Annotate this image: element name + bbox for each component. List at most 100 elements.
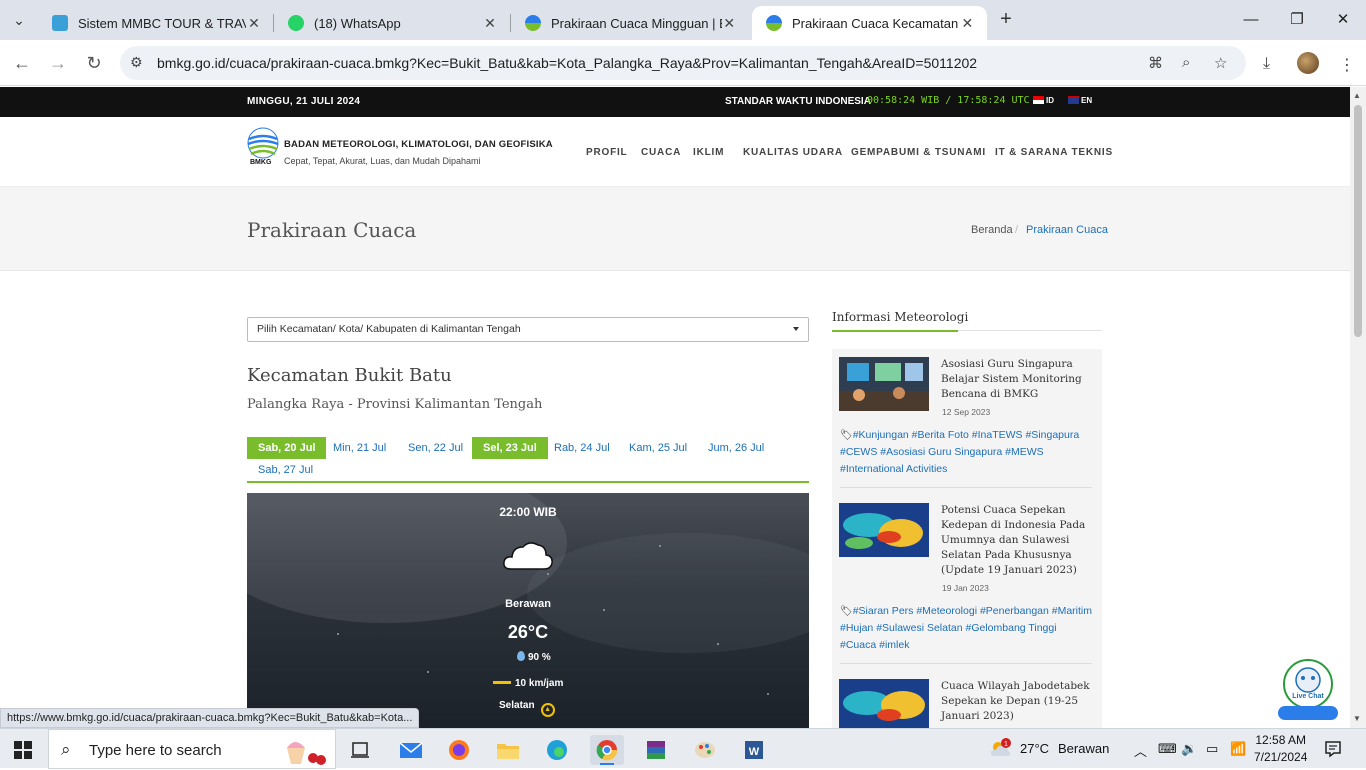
kecamatan-heading: Kecamatan Bukit Batu (247, 365, 452, 386)
nav-it-sarana[interactable]: IT & SARANA TEKNIS (995, 147, 1113, 158)
scrollbar-thumb[interactable] (1354, 105, 1362, 337)
chrome-icon[interactable] (590, 735, 624, 765)
input-method-icon[interactable]: ⌨ (1158, 741, 1177, 757)
humidity-drop-icon (517, 651, 525, 661)
current-date: MINGGU, 21 JULI 2024 (247, 96, 361, 107)
location-select[interactable]: Pilih Kecamatan/ Kota/ Kabupaten di Kali… (247, 317, 809, 342)
indonesia-flag-icon (1033, 96, 1044, 104)
nav-kualitas-udara[interactable]: KUALITAS UDARA (743, 147, 843, 158)
close-window-button[interactable]: ✕ (1331, 8, 1355, 32)
forecast-wind-direction: Selatan ▲ (499, 700, 555, 717)
restore-button[interactable]: ❐ (1285, 8, 1309, 32)
translate-icon[interactable]: ⌘ (1148, 54, 1163, 72)
news-thumbnail[interactable] (839, 503, 929, 557)
task-view-icon[interactable] (343, 735, 377, 765)
site-info-icon[interactable]: ⚙ (130, 54, 143, 71)
scroll-up-arrow[interactable]: ▲ (1353, 91, 1361, 100)
search-placeholder: Type here to search (89, 742, 222, 759)
news-title-1[interactable]: Asosiasi Guru Singapura Belajar Sistem M… (941, 357, 1091, 402)
day-tab-min-21[interactable]: Min, 21 Jul (322, 437, 397, 459)
device-icon[interactable]: ▭ (1206, 741, 1218, 757)
uk-flag-icon (1068, 96, 1079, 104)
forward-button[interactable]: → (45, 50, 71, 76)
site-header: BMKG BADAN METEOROLOGI, KLIMATOLOGI, DAN… (0, 117, 1350, 187)
windows-start-icon[interactable] (14, 741, 32, 759)
tab-mmbc[interactable]: Sistem MMBC TOUR & TRAVEL ✕ (38, 6, 274, 40)
browser-menu-icon[interactable]: ⋮ (1339, 55, 1355, 75)
winrar-icon[interactable] (639, 735, 673, 765)
forecast-time: 22:00 WIB (499, 505, 557, 519)
day-tab-sel-23[interactable]: Sel, 23 Jul (472, 437, 548, 459)
reload-button[interactable]: ↻ (81, 50, 107, 76)
address-bar[interactable]: ⚙ bmkg.go.id/cuaca/prakiraan-cuaca.bmkg?… (120, 46, 1246, 80)
day-tab-jum-26[interactable]: Jum, 26 Jul (697, 437, 775, 459)
close-icon[interactable]: ✕ (722, 15, 738, 32)
tab-bmkg-mingguan[interactable]: Prakiraan Cuaca Mingguan | BM ✕ (511, 6, 749, 40)
windows-taskbar: ⌕ Type here to search W 1 27°C Berawan ︿… (0, 728, 1366, 769)
paint-icon[interactable] (688, 735, 722, 765)
chevron-up-icon[interactable]: ︿ (1134, 741, 1147, 760)
edge-icon[interactable] (540, 735, 574, 765)
nav-iklim[interactable]: IKLIM (693, 147, 724, 158)
nav-gempabumi[interactable]: GEMPABUMI & TSUNAMI (851, 147, 986, 158)
day-tab-sab-20[interactable]: Sab, 20 Jul (247, 437, 327, 459)
tab-title: Prakiraan Cuaca Kecamatan Buk (792, 15, 960, 31)
minimize-button[interactable]: — (1239, 8, 1263, 32)
day-tab-kam-25[interactable]: Kam, 25 Jul (618, 437, 698, 459)
mail-icon[interactable] (394, 735, 428, 765)
org-name: BADAN METEOROLOGI, KLIMATOLOGI, DAN GEOF… (284, 139, 553, 150)
page-scrollbar[interactable]: ▲ ▼ (1350, 87, 1366, 728)
news-title-2[interactable]: Potensi Cuaca Sepekan Kedepan di Indones… (941, 503, 1091, 578)
day-tab-rab-24[interactable]: Rab, 24 Jul (543, 437, 621, 459)
time-clock: 00:58:24 WIB / 17:58:24 UTC (867, 95, 1030, 106)
forecast-humidity: 90 % (517, 651, 551, 663)
new-tab-button[interactable]: + (994, 8, 1018, 32)
bookmark-star-icon[interactable]: ☆ (1214, 54, 1227, 72)
forecast-wind: 10 km/jam (493, 678, 563, 689)
close-icon[interactable]: ✕ (960, 15, 975, 32)
news-title-3[interactable]: Cuaca Wilayah Jabodetabek Sepekan ke Dep… (941, 679, 1091, 724)
tab-underline (247, 481, 809, 483)
lang-id-link[interactable]: ID (1033, 96, 1054, 105)
svg-text:W: W (749, 746, 760, 758)
bmkg-favicon (766, 15, 782, 31)
back-button[interactable]: ← (9, 50, 35, 76)
volume-icon[interactable]: 🔉 (1181, 741, 1197, 757)
compass-icon: ▲ (540, 703, 555, 717)
nav-profil[interactable]: PROFIL (586, 147, 627, 158)
profile-avatar[interactable] (1297, 52, 1319, 74)
weather-temp[interactable]: 27°C (1020, 741, 1049, 756)
file-explorer-icon[interactable] (491, 735, 525, 765)
news-thumbnail[interactable] (839, 357, 929, 411)
zoom-icon[interactable]: ⌕ (1182, 54, 1190, 71)
close-icon[interactable]: ✕ (482, 15, 498, 32)
word-icon[interactable]: W (737, 735, 771, 765)
news-divider (840, 663, 1092, 664)
weather-cloud-icon[interactable]: 1 (988, 737, 1012, 761)
breadcrumb-current: Prakiraan Cuaca (1026, 224, 1108, 236)
wind-icon (493, 681, 511, 684)
network-icon[interactable]: 📶 (1230, 741, 1246, 757)
lang-en-link[interactable]: EN (1068, 96, 1092, 105)
tab-bmkg-kecamatan[interactable]: Prakiraan Cuaca Kecamatan Buk ✕ (752, 6, 987, 40)
breadcrumb-home[interactable]: Beranda (971, 224, 1013, 236)
tab-search-button[interactable]: ⌄ (6, 7, 32, 33)
firefox-icon[interactable] (442, 735, 476, 765)
notification-icon[interactable] (1324, 740, 1342, 758)
tab-whatsapp[interactable]: (18) WhatsApp ✕ (274, 6, 510, 40)
taskbar-clock[interactable]: 12:58 AM 7/21/2024 (1254, 732, 1307, 766)
news-thumbnail[interactable] (839, 679, 929, 728)
day-tab-sen-22[interactable]: Sen, 22 Jul (397, 437, 474, 459)
forecast-card: 22:00 WIB Berawan 26°C 90 % 10 km/jam Se… (247, 493, 809, 728)
close-icon[interactable]: ✕ (246, 15, 262, 32)
nav-cuaca[interactable]: CUACA (641, 147, 681, 158)
news-tags-2[interactable]: 🏷#Siaran Pers #Meteorologi #Penerbangan … (840, 603, 1092, 654)
cloudy-icon (503, 542, 553, 570)
day-tab-sab-27[interactable]: Sab, 27 Jul (247, 459, 324, 481)
scroll-down-arrow[interactable]: ▼ (1353, 714, 1361, 723)
live-chat-widget[interactable]: Live Chat (1276, 658, 1340, 724)
download-icon[interactable]: ⤓ (1263, 55, 1270, 73)
news-tags-1[interactable]: 🏷#Kunjungan #Berita Foto #InaTEWS #Singa… (840, 427, 1092, 478)
weather-condition[interactable]: Berawan (1058, 741, 1109, 756)
taskbar-search[interactable]: ⌕ Type here to search (48, 729, 336, 769)
